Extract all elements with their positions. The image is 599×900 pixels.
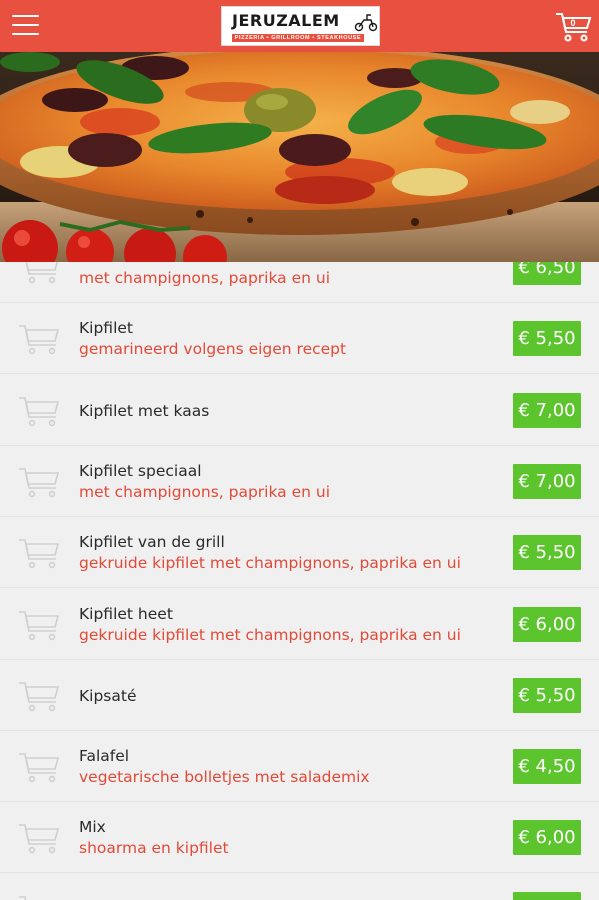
menu-item-name: Kipfilet van de grill — [79, 533, 225, 552]
menu-item-description: gekruide kipfilet met champignons, papri… — [79, 554, 461, 573]
menu-item-name: Kipfilet met kaas — [79, 401, 210, 420]
menu-item-name: Kipsaté — [79, 686, 137, 705]
menu-item-description: vegetarische bolletjes met salademix — [79, 768, 370, 787]
add-to-cart-icon[interactable] — [18, 822, 60, 854]
price-add-button[interactable]: € 7,00 — [513, 463, 581, 499]
price-add-button[interactable]: € 4,50 — [513, 749, 581, 785]
add-to-cart-icon[interactable] — [18, 680, 60, 712]
price-add-button[interactable]: € 5,50 — [513, 535, 581, 571]
price-add-button[interactable]: € 6,00 — [513, 606, 581, 642]
add-to-cart-icon[interactable] — [18, 894, 60, 900]
menu-item-row[interactable]: Mix met kaas — [0, 874, 599, 900]
menu-item-row[interactable]: Mix shoarma en kipfilet € 6,00 — [0, 802, 599, 874]
menu-item-description: gemarineerd volgens eigen recept — [79, 340, 347, 359]
menu-item-row[interactable]: Kipfilet gemarineerd volgens eigen recept… — [0, 303, 599, 375]
price-add-button[interactable]: € 5,50 — [513, 677, 581, 713]
menu-item-description: met champignons, paprika en ui — [79, 482, 331, 501]
menu-item-name: Mix — [79, 818, 106, 837]
menu-item-row[interactable]: Kipsaté € 5,50 — [0, 660, 599, 731]
add-to-cart-icon[interactable] — [18, 609, 60, 641]
add-to-cart-icon[interactable] — [18, 323, 60, 355]
menu-item-row[interactable]: Kipfilet heet gekruide kipfilet met champ… — [0, 589, 599, 660]
menu-item-description: met champignons, paprika en ui — [79, 269, 331, 287]
menu-item-row[interactable]: Kipfilet met kaas € 7,00 — [0, 375, 599, 446]
hero-pizza-image — [0, 52, 599, 262]
menu-item-description: shoarma en kipfilet — [79, 839, 229, 858]
menu-item-name: Kipfilet heet — [79, 604, 173, 623]
logo-subtitle: PIZZERIA • GRILLROOM • STEAKHOUSE — [232, 34, 364, 42]
add-to-cart-icon[interactable] — [18, 751, 60, 783]
menu-item-name: Kipfilet speciaal — [79, 461, 202, 480]
add-to-cart-icon[interactable] — [18, 537, 60, 569]
menu-item-name: Kipfilet — [79, 319, 133, 338]
add-to-cart-icon[interactable] — [18, 466, 60, 498]
scooter-icon — [354, 14, 378, 32]
hamburger-menu-button[interactable] — [10, 12, 42, 40]
price-add-button[interactable] — [513, 891, 581, 900]
menu-item-row[interactable]: Falafel vegetarische bolletjes met salade… — [0, 731, 599, 803]
header-cart-button[interactable]: 0 — [554, 9, 592, 43]
menu-item-row[interactable]: Kipfilet van de grill gekruide kipfilet m… — [0, 517, 599, 589]
menu-item-description: gekruide kipfilet met champignons, papri… — [79, 625, 461, 644]
menu-item-row[interactable]: Kipfilet speciaal met champignons, paprik… — [0, 446, 599, 517]
app-screen: met champignons, paprika en ui € 6,50 Kipf… — [0, 0, 599, 900]
add-to-cart-icon[interactable] — [18, 395, 60, 427]
app-header: JERUZALEM PIZZERIA • GRILLROOM • STEAKHO… — [0, 0, 599, 52]
menu-item-name: Falafel — [79, 747, 130, 766]
logo-title: JERUZALEM — [232, 11, 340, 30]
price-add-button[interactable]: € 6,00 — [513, 820, 581, 856]
price-add-button[interactable]: € 5,50 — [513, 321, 581, 357]
cart-count-badge: 0 — [570, 18, 576, 28]
hamburger-menu-icon — [12, 15, 39, 17]
price-add-button[interactable]: € 7,00 — [513, 392, 581, 428]
restaurant-logo[interactable]: JERUZALEM PIZZERIA • GRILLROOM • STEAKHO… — [221, 6, 380, 46]
